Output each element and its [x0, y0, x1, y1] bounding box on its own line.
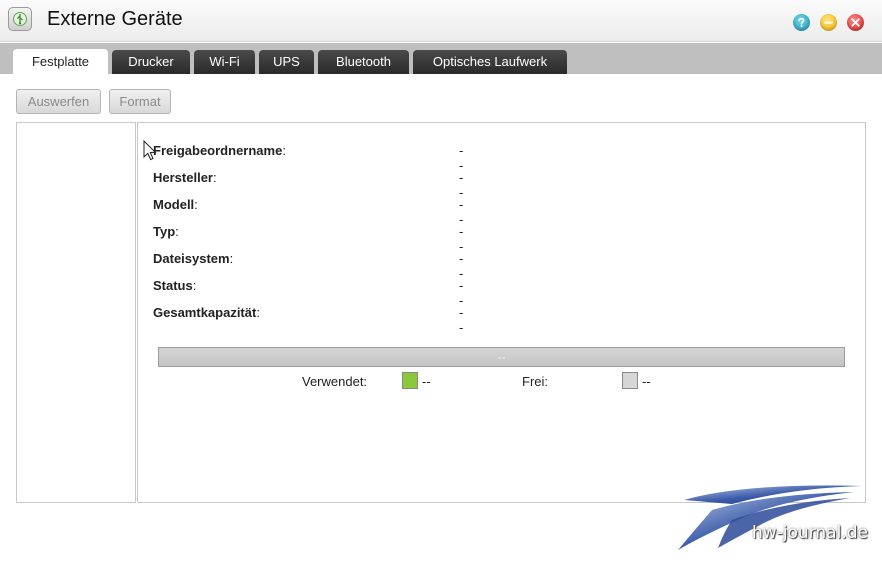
tab-drucker[interactable]: Drucker	[112, 50, 190, 74]
help-icon[interactable]	[793, 14, 810, 31]
detail-value: --	[459, 170, 464, 200]
detail-label: Status	[153, 278, 193, 293]
watermark-text: hw-journal.de	[752, 523, 868, 543]
mouse-pointer-icon	[143, 139, 157, 165]
usage-progress-bar: --	[158, 347, 845, 367]
detail-label: Gesamtkapazität	[153, 305, 257, 320]
device-list[interactable]	[16, 122, 136, 503]
detail-value: --	[459, 305, 464, 335]
minimize-icon[interactable]	[820, 14, 837, 31]
format-button[interactable]: Format	[109, 89, 171, 114]
tab-ups[interactable]: UPS	[259, 50, 314, 74]
usage-progress-text: --	[497, 350, 506, 364]
detail-label: Freigabeordnername	[153, 143, 283, 158]
tab-festplatte[interactable]: Festplatte	[13, 49, 108, 74]
eject-button[interactable]: Auswerfen	[16, 89, 101, 114]
used-label: Verwendet:	[302, 374, 368, 389]
tab-bluetooth[interactable]: Bluetooth	[318, 50, 409, 74]
window-title: Externe Geräte	[47, 8, 183, 30]
used-value: --	[422, 374, 431, 389]
detail-label: Typ	[153, 224, 176, 239]
detail-value: --	[459, 278, 464, 308]
detail-label: Hersteller	[153, 170, 213, 185]
usb-drive-icon	[8, 7, 32, 31]
tab-optisches-laufwerk[interactable]: Optisches Laufwerk	[413, 50, 567, 74]
free-color-swatch	[622, 372, 638, 389]
detail-value: --	[459, 197, 464, 227]
detail-value: --	[459, 143, 464, 173]
device-details-panel: Freigabeordnername: -- Hersteller: -- Mo…	[137, 122, 866, 503]
free-label: Frei:	[522, 374, 548, 389]
window-title-bar: Externe Geräte	[0, 0, 882, 42]
close-icon[interactable]	[847, 14, 864, 31]
tab-bar: Festplatte Drucker Wi-Fi UPS Bluetooth O…	[0, 43, 882, 74]
detail-value: --	[459, 224, 464, 254]
detail-label: Dateisystem	[153, 251, 230, 266]
free-value: --	[642, 374, 651, 389]
used-color-swatch	[402, 372, 418, 389]
tab-wifi[interactable]: Wi-Fi	[194, 50, 255, 74]
detail-value: --	[459, 251, 464, 281]
detail-label: Modell	[153, 197, 195, 212]
